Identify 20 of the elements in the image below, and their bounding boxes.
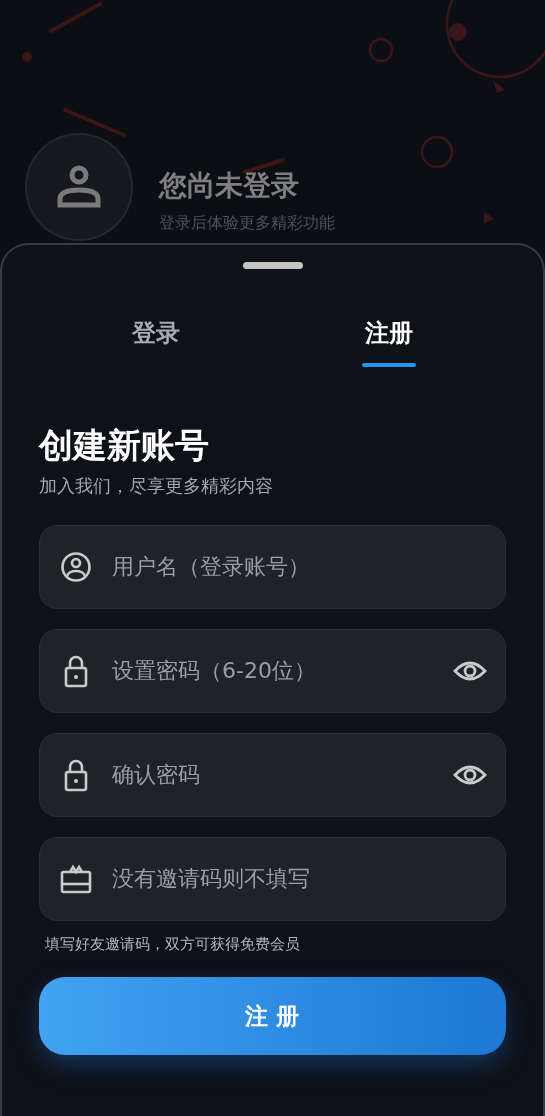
login-status-subtitle: 登录后体验更多精彩功能 bbox=[159, 212, 335, 234]
invite-hint: 填写好友邀请码，双方可获得免费会员 bbox=[45, 933, 301, 955]
input-field[interactable]: 设置密码（6-20位） bbox=[39, 628, 506, 713]
text-input[interactable]: 设置密码（6-20位） bbox=[110, 653, 435, 689]
input-field[interactable]: 确认密码 bbox=[39, 732, 506, 817]
user-icon bbox=[60, 550, 92, 583]
text-input[interactable]: 没有邀请码则不填写 bbox=[110, 861, 487, 897]
text-input[interactable]: 确认密码 bbox=[110, 757, 435, 793]
tab[interactable]: 登录 bbox=[39, 315, 273, 381]
register-button[interactable]: 注 册 bbox=[39, 977, 506, 1056]
form-subtitle: 加入我们，尽享更多精彩内容 bbox=[39, 473, 274, 498]
text-input[interactable]: 用户名（登录账号） bbox=[110, 549, 487, 585]
tab[interactable]: 注册 bbox=[272, 315, 506, 381]
input-field[interactable]: 用户名（登录账号） bbox=[39, 524, 506, 609]
input-field[interactable]: 没有邀请码则不填写 bbox=[39, 836, 506, 921]
form-title: 创建新账号 bbox=[39, 425, 210, 466]
login-status-title: 您尚未登录 bbox=[159, 169, 300, 203]
user-icon bbox=[57, 165, 101, 209]
gift-icon bbox=[60, 863, 92, 894]
drag-handle[interactable] bbox=[242, 262, 303, 269]
